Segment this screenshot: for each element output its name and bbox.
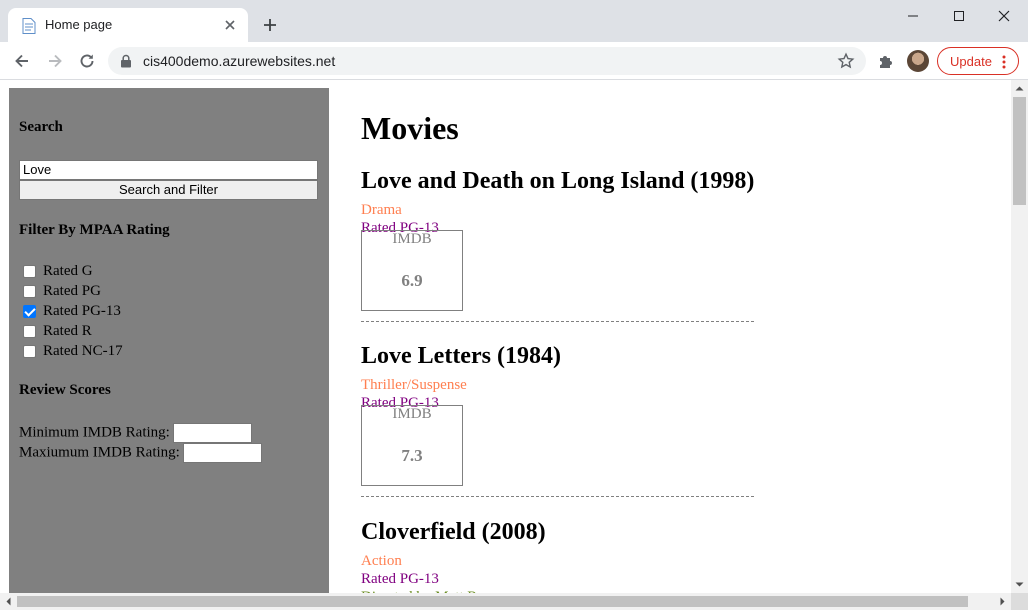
filter-heading: Filter By MPAA Rating	[19, 222, 170, 238]
tab-strip: Home page	[0, 0, 1028, 42]
url-text[interactable]: cis400demo.azurewebsites.net	[143, 53, 335, 69]
max-imdb-row: Maxiumum IMDB Rating:	[19, 443, 262, 463]
rating-checkbox[interactable]	[23, 305, 36, 318]
rating-label: Rated NC-17	[43, 343, 123, 359]
tab-title: Home page	[45, 17, 113, 32]
lock-icon[interactable]	[120, 54, 132, 68]
movie-genre: Drama	[361, 202, 402, 218]
browser-toolbar: cis400demo.azurewebsites.net Update	[0, 42, 1028, 80]
imdb-label: IMDB	[392, 231, 432, 247]
profile-avatar[interactable]	[907, 50, 929, 72]
rating-label: Rated G	[43, 263, 93, 279]
minimize-icon[interactable]	[905, 8, 921, 24]
filter-sidebar: Search Love Search and Filter Filter By …	[9, 88, 329, 595]
search-heading: Search	[19, 119, 63, 135]
vertical-scroll-thumb[interactable]	[1013, 97, 1026, 205]
new-tab-icon[interactable]	[262, 17, 278, 33]
scroll-right-arrow-icon[interactable]	[994, 593, 1011, 610]
max-imdb-input[interactable]	[182, 443, 262, 463]
movie-genre: Thriller/Suspense	[361, 377, 467, 393]
bookmark-star-icon[interactable]	[837, 52, 855, 70]
movie-title: Love and Death on Long Island (1998)	[361, 168, 755, 194]
imdb-score-box: IMDB 6.9	[361, 230, 463, 311]
maximize-icon[interactable]	[951, 8, 967, 24]
min-imdb-label: Minimum IMDB Rating:	[19, 424, 170, 441]
vertical-scrollbar[interactable]	[1011, 80, 1028, 593]
horizontal-scroll-thumb[interactable]	[17, 596, 968, 607]
rating-checkbox[interactable]	[23, 345, 36, 358]
min-imdb-input[interactable]	[172, 423, 252, 443]
imdb-score: 6.9	[401, 271, 423, 290]
imdb-score: 7.3	[401, 446, 423, 465]
movie-title: Love Letters (1984)	[361, 343, 561, 369]
imdb-score-box: IMDB 7.3	[361, 405, 463, 486]
update-button[interactable]: Update	[937, 47, 1019, 75]
min-imdb-row: Minimum IMDB Rating:	[19, 423, 252, 443]
rating-label: Rated PG-13	[43, 303, 121, 319]
page-icon	[22, 18, 36, 34]
reload-icon[interactable]	[78, 52, 96, 70]
forward-arrow-icon[interactable]	[46, 52, 64, 70]
rating-checkbox[interactable]	[23, 265, 36, 278]
scrollbar-corner	[1011, 593, 1028, 610]
movie-title: Cloverfield (2008)	[361, 519, 546, 545]
more-menu-icon[interactable]	[1002, 54, 1006, 70]
review-scores-heading: Review Scores	[19, 382, 111, 398]
page-viewport: Search Love Search and Filter Filter By …	[0, 80, 1028, 610]
scroll-down-arrow-icon[interactable]	[1011, 576, 1028, 593]
movie-list: Movies Love and Death on Long Island (19…	[361, 80, 1001, 610]
horizontal-scrollbar[interactable]	[0, 593, 1011, 610]
page-title: Movies	[361, 110, 459, 146]
address-bar[interactable]: cis400demo.azurewebsites.net	[108, 47, 866, 75]
max-imdb-label: Maxiumum IMDB Rating:	[19, 444, 180, 461]
imdb-label: IMDB	[392, 406, 432, 422]
movie-genre: Action	[361, 553, 402, 569]
rating-checkbox[interactable]	[23, 325, 36, 338]
browser-tab[interactable]: Home page	[8, 8, 248, 42]
search-and-filter-button[interactable]: Search and Filter	[19, 180, 318, 200]
movie-divider	[361, 496, 754, 497]
movie-divider	[361, 321, 754, 322]
rating-checkbox[interactable]	[23, 285, 36, 298]
search-input[interactable]: Love	[19, 160, 318, 180]
close-tab-icon[interactable]	[222, 17, 238, 33]
browser-chrome: Home page cis400demo.azurewebsites.net U…	[0, 0, 1028, 80]
back-arrow-icon[interactable]	[13, 52, 31, 70]
rating-label: Rated R	[43, 323, 92, 339]
movie-rating: Rated PG-13	[361, 571, 439, 587]
close-window-icon[interactable]	[996, 8, 1012, 24]
extensions-puzzle-icon[interactable]	[877, 52, 895, 70]
update-label: Update	[950, 54, 992, 69]
rating-label: Rated PG	[43, 283, 101, 299]
scroll-up-arrow-icon[interactable]	[1011, 80, 1028, 97]
scroll-left-arrow-icon[interactable]	[0, 593, 17, 610]
